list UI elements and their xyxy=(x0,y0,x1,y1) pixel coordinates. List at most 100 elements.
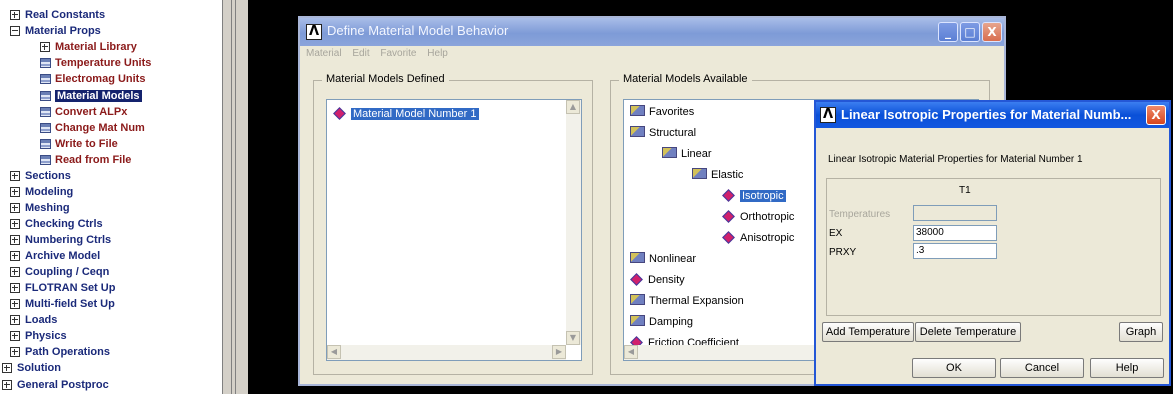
linear-isotropic-properties-dialog: Λ Linear Isotropic Properties for Materi… xyxy=(814,100,1171,386)
expand-icon[interactable] xyxy=(10,10,20,21)
collapse-icon[interactable] xyxy=(10,26,20,37)
expand-icon[interactable] xyxy=(10,235,20,246)
tree-node-anisotropic[interactable]: Anisotropic xyxy=(722,230,794,246)
tree-item-physics[interactable]: Physics xyxy=(10,328,67,344)
expand-icon[interactable] xyxy=(2,380,12,391)
expand-icon[interactable] xyxy=(40,42,50,53)
tree-item-meshing[interactable]: Meshing xyxy=(10,200,70,216)
tree-item-write-to-file[interactable]: Write to File xyxy=(40,136,118,152)
minimize-button[interactable]: _ xyxy=(938,22,958,42)
menu-command-icon xyxy=(40,91,51,102)
column-header-t1: T1 xyxy=(959,185,971,196)
material-icon xyxy=(333,107,346,120)
tree-node-elastic[interactable]: Elastic xyxy=(692,167,743,183)
tree-item-material-library[interactable]: Material Library xyxy=(40,39,137,55)
temperature-input[interactable] xyxy=(913,205,997,221)
tree-node-structural[interactable]: Structural xyxy=(630,125,696,141)
tree-item-numbering-ctrls[interactable]: Numbering Ctrls xyxy=(10,232,111,248)
vertical-scrollbar[interactable]: ▲ ▼ xyxy=(566,100,581,345)
help-button[interactable]: Help xyxy=(1090,358,1164,378)
tree-item-read-from-file[interactable]: Read from File xyxy=(40,152,131,168)
horizontal-scrollbar[interactable]: ◀ ▶ xyxy=(327,345,566,360)
expand-icon[interactable] xyxy=(10,219,20,230)
tree-item-label: Multi-field Set Up xyxy=(25,298,115,310)
close-button[interactable]: X xyxy=(982,22,1002,42)
tree-item-label: General Postproc xyxy=(17,379,109,391)
tree-item-coupling-ceqn[interactable]: Coupling / Ceqn xyxy=(10,264,109,280)
models-defined-label: Material Models Defined xyxy=(322,73,449,85)
delete-temperature-button[interactable]: Delete Temperature xyxy=(915,322,1021,342)
scroll-down-arrow-icon[interactable]: ▼ xyxy=(566,331,580,345)
models-defined-group: Material Models Defined Material Model N… xyxy=(313,73,593,375)
tree-node-thermal-expansion[interactable]: Thermal Expansion xyxy=(630,293,744,309)
menu-material[interactable]: Material xyxy=(306,48,342,59)
menu-favorite[interactable]: Favorite xyxy=(380,48,416,59)
tree-item-solution[interactable]: Solution xyxy=(2,360,61,376)
graph-button[interactable]: Graph xyxy=(1119,322,1163,342)
tree-item-label: Material Models xyxy=(55,90,142,102)
material-model-item[interactable]: Material Model Number 1 xyxy=(333,106,479,122)
prxy-input[interactable]: .3 xyxy=(913,243,997,259)
add-temperature-button[interactable]: Add Temperature xyxy=(822,322,914,342)
expand-icon[interactable] xyxy=(10,187,20,198)
dialog-title-bar[interactable]: Λ Linear Isotropic Properties for Materi… xyxy=(816,102,1169,128)
tree-item-path-operations[interactable]: Path Operations xyxy=(10,344,110,360)
tree-item-convert-alpx[interactable]: Convert ALPx xyxy=(40,104,127,120)
menu-help[interactable]: Help xyxy=(427,48,448,59)
tree-node-label: Thermal Expansion xyxy=(649,295,744,307)
tree-node-label: Isotropic xyxy=(740,190,786,202)
menu-command-icon xyxy=(40,155,51,166)
tree-item-real-constants[interactable]: Real Constants xyxy=(10,7,105,23)
expand-icon[interactable] xyxy=(10,283,20,294)
tree-item-multi-field-set-up[interactable]: Multi-field Set Up xyxy=(10,296,115,312)
dialog-title: Define Material Model Behavior xyxy=(327,23,509,38)
tree-item-label: Electromag Units xyxy=(55,73,146,85)
tree-node-favorites[interactable]: Favorites xyxy=(630,104,694,120)
tree-item-modeling[interactable]: Modeling xyxy=(10,184,73,200)
dialog-title-bar[interactable]: Λ Define Material Model Behavior _ □ X xyxy=(300,18,1004,46)
tree-item-sections[interactable]: Sections xyxy=(10,168,71,184)
maximize-button[interactable]: □ xyxy=(960,22,980,42)
tree-item-label: Solution xyxy=(17,362,61,374)
tree-item-loads[interactable]: Loads xyxy=(10,312,57,328)
panel-splitter[interactable] xyxy=(222,0,249,394)
tree-item-material-props[interactable]: Material Props xyxy=(10,23,101,39)
tree-node-orthotropic[interactable]: Orthotropic xyxy=(722,209,794,225)
expand-icon[interactable] xyxy=(10,171,20,182)
row-label-temperatures: Temperatures xyxy=(829,209,891,220)
tree-item-general-postproc[interactable]: General Postproc xyxy=(2,377,109,393)
menu-edit[interactable]: Edit xyxy=(352,48,369,59)
scroll-up-arrow-icon[interactable]: ▲ xyxy=(566,100,580,114)
tree-node-density[interactable]: Density xyxy=(630,272,685,288)
scroll-right-arrow-icon[interactable]: ▶ xyxy=(552,345,566,359)
cancel-button[interactable]: Cancel xyxy=(1000,358,1084,378)
expand-icon[interactable] xyxy=(10,251,20,262)
tree-item-label: Checking Ctrls xyxy=(25,218,103,230)
expand-icon[interactable] xyxy=(10,331,20,342)
expand-icon[interactable] xyxy=(10,347,20,358)
ex-input[interactable]: 38000 xyxy=(913,225,997,241)
expand-icon[interactable] xyxy=(2,363,12,374)
tree-item-checking-ctrls[interactable]: Checking Ctrls xyxy=(10,216,103,232)
tree-item-change-mat-num[interactable]: Change Mat Num xyxy=(40,120,145,136)
expand-icon[interactable] xyxy=(10,315,20,326)
tree-item-electromag-units[interactable]: Electromag Units xyxy=(40,71,145,87)
tree-item-flotran-set-up[interactable]: FLOTRAN Set Up xyxy=(10,280,115,296)
ok-button[interactable]: OK xyxy=(912,358,996,378)
scroll-left-arrow-icon[interactable]: ◀ xyxy=(624,345,638,359)
models-defined-list[interactable]: Material Model Number 1 ▲ ▼ ◀ ▶ xyxy=(326,99,582,361)
expand-icon[interactable] xyxy=(10,299,20,310)
expand-icon[interactable] xyxy=(10,267,20,278)
tree-item-label: Real Constants xyxy=(25,9,106,21)
tree-item-material-models[interactable]: Material Models xyxy=(40,88,142,104)
tree-node-linear[interactable]: Linear xyxy=(662,146,712,162)
scroll-left-arrow-icon[interactable]: ◀ xyxy=(327,345,341,359)
expand-icon[interactable] xyxy=(10,203,20,214)
tree-node-isotropic[interactable]: Isotropic xyxy=(722,188,786,204)
tree-item-temperature-units[interactable]: Temperature Units xyxy=(40,55,151,71)
tree-node-nonlinear[interactable]: Nonlinear xyxy=(630,251,696,267)
tree-item-archive-model[interactable]: Archive Model xyxy=(10,248,100,264)
close-button[interactable]: X xyxy=(1146,105,1166,125)
tree-item-label: Modeling xyxy=(25,186,74,198)
tree-node-damping[interactable]: Damping xyxy=(630,314,693,330)
